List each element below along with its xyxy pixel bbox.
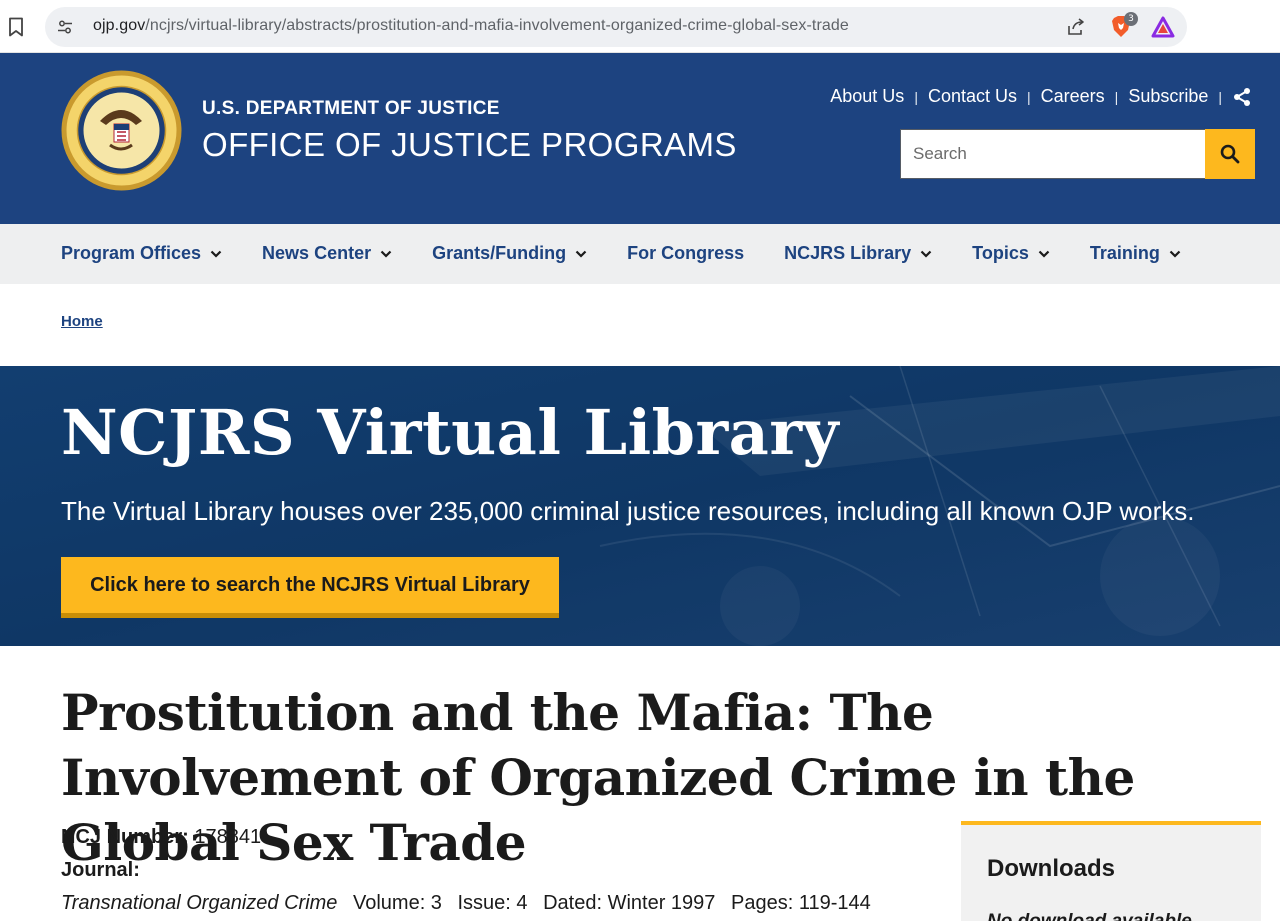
journal-label: Journal: (61, 859, 140, 881)
journal-citation: Transnational Organized Crime Volume: 3 … (61, 892, 881, 915)
nav-item-label: News Center (262, 243, 372, 263)
nav-item-label: Grants/Funding (432, 243, 567, 263)
nav-item-label: Program Offices (61, 243, 202, 263)
search-input[interactable] (900, 129, 1205, 179)
address-bar[interactable]: ojp.gov/ncjrs/virtual-library/abstracts/… (45, 7, 1187, 47)
hero-subtitle: The Virtual Library houses over 235,000 … (61, 496, 1195, 526)
journal-issue: Issue: 4 (457, 892, 528, 914)
brave-shields-count-badge: 3 (1124, 12, 1138, 26)
share-icon[interactable] (1232, 87, 1252, 107)
journal-dated: Dated: Winter 1997 (543, 892, 716, 914)
office-name[interactable]: OFFICE OF JUSTICE PROGRAMS (202, 126, 737, 164)
chevron-down-icon (380, 250, 392, 258)
nav-item-ncjrs-library[interactable]: NCJRS Library (784, 243, 932, 264)
nav-item-program-offices[interactable]: Program Offices (61, 243, 222, 264)
chevron-down-icon (1169, 250, 1181, 258)
ncj-number: NCJ Number: 178841 (61, 826, 261, 849)
site-search (900, 129, 1255, 179)
journal-label-row: Journal: (61, 859, 140, 882)
subscribe-link[interactable]: Subscribe (1128, 86, 1208, 107)
search-button[interactable] (1205, 129, 1255, 179)
nav-item-for-congress[interactable]: For Congress (627, 243, 744, 264)
main-nav: Program Offices News Center Grants/Funding… (0, 224, 1280, 284)
no-download-text: No download available (987, 911, 1192, 921)
contact-us-link[interactable]: Contact Us (928, 86, 1017, 107)
nav-item-label: For Congress (627, 243, 745, 263)
separator: | (1218, 88, 1222, 105)
downloads-panel: Downloads No download available (961, 821, 1261, 921)
hero-title: NCJRS Virtual Library (61, 396, 840, 469)
department-name: U.S. DEPARTMENT OF JUSTICE (202, 98, 500, 119)
breadcrumb-home[interactable]: Home (61, 313, 103, 330)
doj-seal-logo[interactable] (60, 69, 183, 192)
site-header: U.S. DEPARTMENT OF JUSTICE OFFICE OF JUS… (0, 53, 1280, 224)
nav-item-label: Training (1089, 243, 1160, 263)
downloads-title: Downloads (987, 855, 1116, 882)
nav-item-news-center[interactable]: News Center (262, 243, 392, 264)
chevron-down-icon (210, 250, 222, 258)
search-virtual-library-button[interactable]: Click here to search the NCJRS Virtual L… (61, 557, 559, 618)
nav-item-grants-funding[interactable]: Grants/Funding (432, 243, 587, 264)
chevron-down-icon (575, 250, 587, 258)
nav-item-topics[interactable]: Topics (972, 243, 1050, 264)
journal-volume: Volume: 3 (352, 892, 442, 914)
ncj-number-label: NCJ Number: (61, 826, 189, 848)
search-icon (1220, 144, 1240, 164)
chevron-down-icon (920, 250, 932, 258)
bookmark-icon[interactable] (8, 17, 24, 37)
about-us-link[interactable]: About Us (830, 86, 904, 107)
share-page-icon[interactable] (1066, 17, 1086, 37)
brave-rewards-icon[interactable] (1151, 16, 1175, 38)
url-text: ojp.gov/ncjrs/virtual-library/abstracts/… (93, 17, 849, 34)
nav-item-label: NCJRS Library (784, 243, 912, 263)
journal-pages: Pages: 119-144 (731, 892, 871, 914)
nav-item-training[interactable]: Training (1090, 243, 1181, 264)
separator: | (914, 88, 918, 105)
separator: | (1114, 88, 1119, 105)
site-settings-icon[interactable] (57, 19, 73, 35)
ncj-number-value: 178841 (194, 826, 262, 848)
journal-name: Transnational Organized Crime (61, 892, 338, 914)
chevron-down-icon (1038, 250, 1050, 258)
careers-link[interactable]: Careers (1041, 86, 1105, 107)
separator: | (1027, 88, 1031, 105)
utility-nav: About Us | Contact Us | Careers | Subscr… (830, 86, 1252, 107)
nav-item-label: Topics (972, 243, 1029, 263)
browser-toolbar: ojp.gov/ncjrs/virtual-library/abstracts/… (0, 0, 1280, 53)
hero-banner: NCJRS Virtual Library The Virtual Librar… (0, 366, 1280, 646)
